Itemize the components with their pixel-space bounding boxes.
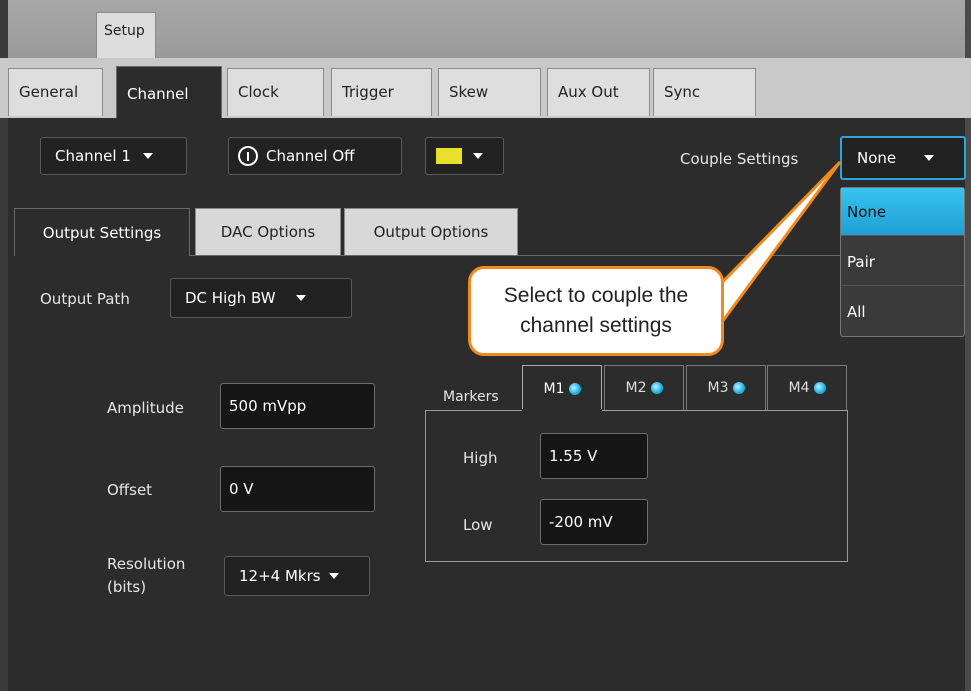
channel-toggle-label: Channel Off bbox=[266, 147, 355, 165]
output-path-select[interactable]: DC High BW bbox=[170, 278, 352, 318]
couple-option-all[interactable]: All bbox=[841, 288, 964, 336]
marker-led-icon bbox=[732, 382, 745, 394]
marker-m1-label: M1 bbox=[543, 380, 565, 397]
power-icon bbox=[238, 146, 258, 166]
tab-general[interactable]: General bbox=[8, 68, 103, 116]
markers-label: Markers bbox=[443, 389, 499, 405]
callout-text-line-1: Select to couple the bbox=[503, 284, 689, 307]
tab-aux-out[interactable]: Aux Out bbox=[547, 68, 650, 116]
tab-marker-m1[interactable]: M1 bbox=[522, 365, 602, 411]
callout-text-line-2: channel settings bbox=[520, 314, 672, 337]
chevron-down-icon bbox=[473, 153, 483, 159]
tab-marker-m4[interactable]: M4 bbox=[767, 365, 847, 410]
tab-output-options[interactable]: Output Options bbox=[344, 208, 518, 255]
marker-low-field[interactable]: -200 mV bbox=[540, 499, 648, 545]
chevron-down-icon bbox=[295, 295, 306, 301]
amplitude-label: Amplitude bbox=[107, 399, 184, 417]
tab-trigger[interactable]: Trigger bbox=[331, 68, 432, 116]
chevron-down-icon bbox=[328, 573, 339, 579]
resolution-select[interactable]: 12+4 Mkrs bbox=[224, 556, 370, 596]
channel-color-picker[interactable] bbox=[425, 137, 504, 175]
tab-dac-options[interactable]: DAC Options bbox=[195, 208, 341, 255]
couple-option-pair[interactable]: Pair bbox=[841, 238, 964, 286]
tab-sync[interactable]: Sync bbox=[653, 68, 756, 116]
couple-settings-label: Couple Settings bbox=[680, 150, 799, 168]
tab-clock[interactable]: Clock bbox=[227, 68, 324, 116]
resolution-label: Resolution bbox=[107, 555, 186, 573]
output-path-value: DC High BW bbox=[185, 289, 276, 307]
resolution-unit-label: (bits) bbox=[107, 578, 147, 596]
channel-toggle-button[interactable]: Channel Off bbox=[228, 137, 402, 175]
resolution-value: 12+4 Mkrs bbox=[239, 567, 321, 585]
marker-led-icon bbox=[568, 382, 581, 395]
channel-select-label: Channel 1 bbox=[55, 147, 131, 165]
couple-settings-value: None bbox=[857, 149, 897, 167]
tab-output-settings[interactable]: Output Settings bbox=[14, 208, 190, 256]
amplitude-field[interactable]: 500 mVpp bbox=[220, 383, 375, 429]
offset-label: Offset bbox=[107, 481, 153, 499]
marker-led-icon bbox=[650, 382, 663, 394]
marker-high-field[interactable]: 1.55 V bbox=[540, 433, 648, 479]
offset-field[interactable]: 0 V bbox=[220, 466, 375, 512]
callout-box: Select to couple the channel settings bbox=[468, 266, 724, 356]
couple-option-none[interactable]: None bbox=[841, 188, 964, 236]
marker-m2-label: M2 bbox=[625, 380, 647, 396]
marker-led-icon bbox=[813, 382, 826, 394]
channel-select[interactable]: Channel 1 bbox=[40, 137, 187, 175]
tab-skew[interactable]: Skew bbox=[438, 68, 541, 116]
chevron-down-icon bbox=[924, 155, 935, 161]
marker-m3-label: M3 bbox=[707, 380, 729, 396]
couple-settings-dropdown: None Pair All bbox=[840, 187, 965, 337]
marker-m4-label: M4 bbox=[788, 380, 810, 396]
active-tab-gap bbox=[522, 409, 602, 411]
output-path-label: Output Path bbox=[40, 290, 130, 308]
tab-marker-m2[interactable]: M2 bbox=[604, 365, 684, 410]
tab-setup[interactable]: Setup bbox=[96, 12, 156, 58]
tab-channel[interactable]: Channel bbox=[116, 66, 222, 120]
color-swatch bbox=[435, 147, 463, 165]
marker-high-label: High bbox=[463, 449, 498, 467]
tab-marker-m3[interactable]: M3 bbox=[686, 365, 766, 410]
marker-low-label: Low bbox=[463, 516, 493, 534]
chevron-down-icon bbox=[142, 153, 153, 159]
couple-settings-select[interactable]: None bbox=[840, 136, 966, 180]
